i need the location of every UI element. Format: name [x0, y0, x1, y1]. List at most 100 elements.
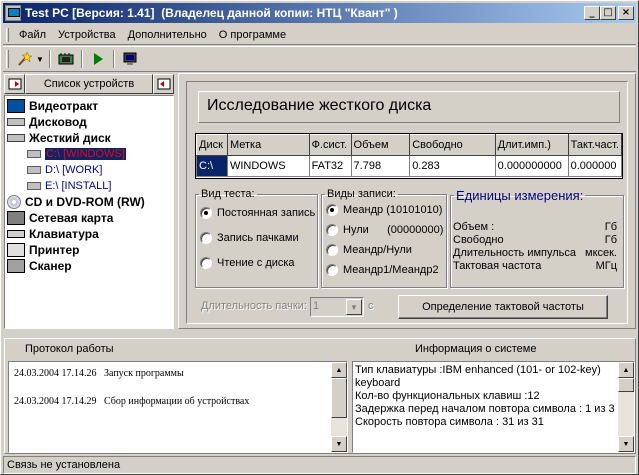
list-item: Кол-во функциональных клавиш :12 — [355, 390, 540, 402]
test-type-group: Вид теста: Постоянная запись Запись пачк… — [195, 188, 318, 288]
test-type-burst[interactable]: Запись пачками — [200, 230, 317, 246]
menu-extra[interactable]: Дополнительно — [122, 29, 213, 41]
partition-e[interactable]: E:\ [INSTALL] — [5, 178, 173, 194]
floppy-icon — [7, 118, 25, 126]
unit-row: Свободно Гб — [453, 234, 617, 246]
disk-test-panel: Исследование жесткого диска Диск Метка Ф… — [178, 73, 636, 329]
col-header[interactable]: Объем — [350, 134, 411, 156]
menu-devices[interactable]: Устройства — [52, 29, 122, 41]
list-item: 24.03.2004 17.14.26 Запуск программы — [14, 368, 184, 379]
chevron-down-icon[interactable]: ▼ — [346, 299, 362, 315]
col-header[interactable]: Длит.имп.) — [494, 134, 569, 156]
device-tree[interactable]: Видеотракт Дисковод Жесткий диск C:\ [WI… — [4, 95, 174, 329]
device-printer[interactable]: Принтер — [5, 242, 173, 258]
scroll-thumb[interactable] — [618, 378, 634, 392]
device-network[interactable]: Сетевая карта — [5, 210, 173, 226]
device-floppy[interactable]: Дисковод — [5, 114, 173, 130]
test-type-read[interactable]: Чтение с диска — [200, 255, 317, 271]
radio-button[interactable] — [326, 204, 338, 216]
radio-button[interactable] — [326, 264, 338, 276]
scroll-down-icon[interactable]: ▼ — [331, 436, 347, 452]
work-log[interactable]: 24.03.2004 17.14.26 Запуск программы 24.… — [8, 361, 348, 453]
table-cell[interactable]: 0.000000 — [567, 155, 623, 177]
detect-frequency-button[interactable]: Определение тактовой частоты — [398, 295, 608, 319]
sysinfo-scrollbar[interactable]: ▲ ▼ — [618, 362, 634, 452]
hdd-icon — [7, 134, 25, 142]
play-icon[interactable] — [87, 48, 109, 70]
radio-button[interactable] — [326, 244, 338, 256]
menu-file[interactable]: Файл — [13, 29, 52, 41]
burst-duration-select[interactable]: 1 ▼ — [310, 297, 364, 317]
device-scanner[interactable]: Сканер — [5, 258, 173, 274]
monitor-icon[interactable] — [119, 48, 141, 70]
scroll-down-icon[interactable]: ▼ — [618, 436, 634, 452]
table-row[interactable]: C:\ WINDOWS FAT32 7.798 0.283 0.00000000… — [196, 155, 623, 177]
minimize-button[interactable]: _ — [584, 6, 600, 20]
maximize-button[interactable]: □ — [600, 6, 616, 20]
unit-row: Объем : Гб — [453, 221, 617, 233]
radio-button[interactable] — [200, 257, 212, 269]
write-zeros[interactable]: Нули (00000000) — [326, 222, 446, 238]
partition-d[interactable]: D:\ [WORK] — [5, 162, 173, 178]
table-cell[interactable]: 0.283 — [409, 155, 496, 177]
col-header[interactable]: Диск — [196, 134, 228, 156]
partition-c[interactable]: C:\ [WINDOWS] — [5, 146, 173, 162]
device-list-left-button[interactable] — [4, 73, 25, 94]
device-list-icon — [157, 78, 170, 89]
chip-icon[interactable] — [55, 48, 77, 70]
scroll-up-icon[interactable]: ▲ — [331, 362, 347, 378]
device-cd[interactable]: CD и DVD-ROM (RW) — [5, 194, 173, 210]
list-item: 24.03.2004 17.14.29 Сбор информации об у… — [14, 396, 250, 407]
col-header[interactable]: Свободно — [409, 134, 496, 156]
units-group: Единицы измерения: Объем : Гб Свободно Гб … — [450, 188, 624, 288]
col-header[interactable]: Ф.сист. — [308, 134, 352, 156]
keyboard-icon — [7, 230, 25, 238]
log-scrollbar[interactable]: ▲ ▼ — [331, 362, 347, 452]
wizard-icon[interactable] — [13, 48, 35, 70]
dropdown-arrow-icon[interactable]: ▼ — [35, 48, 45, 70]
write-meander[interactable]: Меандр (10101010) — [326, 202, 446, 218]
scroll-up-icon[interactable]: ▲ — [618, 362, 634, 378]
close-button[interactable]: × — [618, 6, 634, 20]
list-item: Скорость повтора символа : 31 из 31 — [355, 416, 544, 428]
panel-title: Исследование жесткого диска — [198, 91, 620, 123]
scroll-thumb[interactable] — [331, 378, 347, 418]
radio-button[interactable] — [200, 232, 212, 244]
device-hdd[interactable]: Жесткий диск — [5, 130, 173, 146]
title-bar[interactable]: Test PC [Версия: 1.41] (Владелец данной … — [3, 3, 636, 23]
disk-table[interactable]: Диск Метка Ф.сист. Объем Свободно Длит.и… — [195, 133, 623, 179]
disk-test-inner: Исследование жесткого диска Диск Метка Ф… — [186, 81, 628, 324]
table-cell[interactable]: C:\ — [196, 155, 228, 177]
device-video[interactable]: Видеотракт — [5, 98, 173, 114]
table-cell[interactable]: WINDOWS — [226, 155, 310, 177]
device-list-right-button[interactable] — [153, 73, 174, 94]
device-panel-header: Список устройств — [4, 73, 174, 94]
menu-about[interactable]: О программе — [213, 29, 292, 41]
radio-button[interactable] — [200, 207, 212, 219]
table-cell[interactable]: 0.000000000 — [494, 155, 569, 177]
radio-button[interactable] — [326, 224, 338, 236]
partition-icon — [27, 166, 41, 174]
device-list-title: Список устройств — [25, 73, 153, 94]
test-type-constant[interactable]: Постоянная запись — [200, 205, 317, 221]
menu-grip[interactable] — [6, 27, 9, 42]
cd-icon — [7, 195, 21, 209]
table-cell[interactable]: 7.798 — [350, 155, 411, 177]
partition-icon — [27, 150, 41, 158]
write-meander-zeros[interactable]: Меандр/Нули — [326, 242, 446, 258]
units-legend: Единицы измерения: — [456, 188, 584, 203]
app-icon[interactable] — [5, 5, 21, 21]
list-item: keyboard — [355, 377, 401, 389]
toolbar-grip[interactable] — [6, 50, 9, 68]
table-cell[interactable]: FAT32 — [308, 155, 352, 177]
device-keyboard[interactable]: Клавиатура — [5, 226, 173, 242]
write-meander1-meander2[interactable]: Меандр1/Меандр2 — [326, 262, 446, 278]
unit-row: Длительность импульса мксек. — [453, 247, 617, 259]
toolbar: ▼ — [3, 46, 636, 72]
bottom-panel: Протокол работы Информация о системе 24.… — [4, 338, 636, 454]
menu-bar: Файл Устройства Дополнительно О программ… — [3, 25, 636, 45]
col-header[interactable]: Метка — [226, 134, 310, 156]
system-info[interactable]: Тип клавиатуры :IBM enhanced (101- or 10… — [352, 361, 635, 453]
col-header[interactable]: Такт.част. — [567, 134, 623, 156]
sysinfo-title: Информация о системе — [415, 343, 537, 355]
